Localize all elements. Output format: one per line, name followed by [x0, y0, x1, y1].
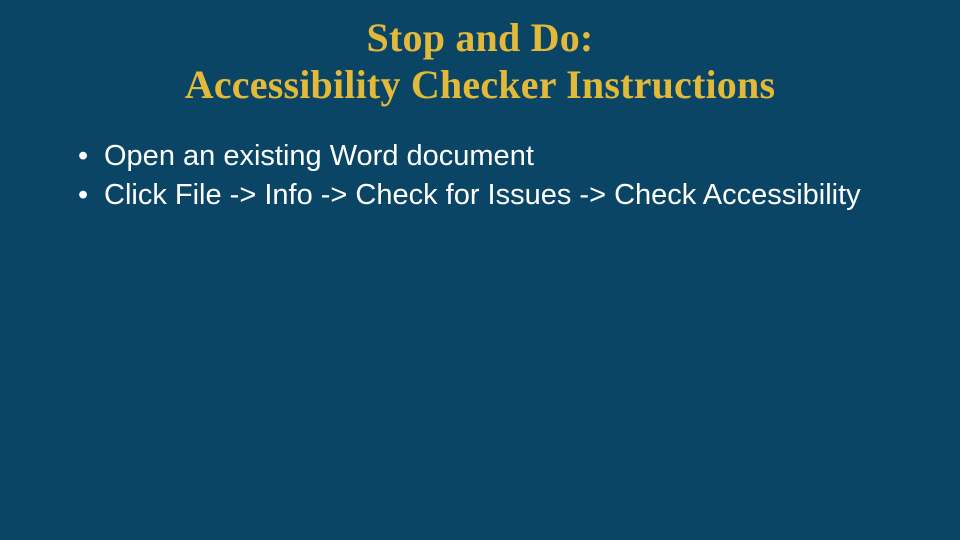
list-item: Click File -> Info -> Check for Issues -… — [76, 177, 900, 213]
slide-title-line-1: Stop and Do: — [367, 15, 594, 60]
slide-title-line-2: Accessibility Checker Instructions — [185, 62, 775, 107]
slide: Stop and Do: Accessibility Checker Instr… — [0, 0, 960, 540]
list-item: Open an existing Word document — [76, 138, 900, 174]
bullet-list: Open an existing Word document Click Fil… — [0, 138, 960, 213]
slide-title: Stop and Do: Accessibility Checker Instr… — [0, 14, 960, 108]
